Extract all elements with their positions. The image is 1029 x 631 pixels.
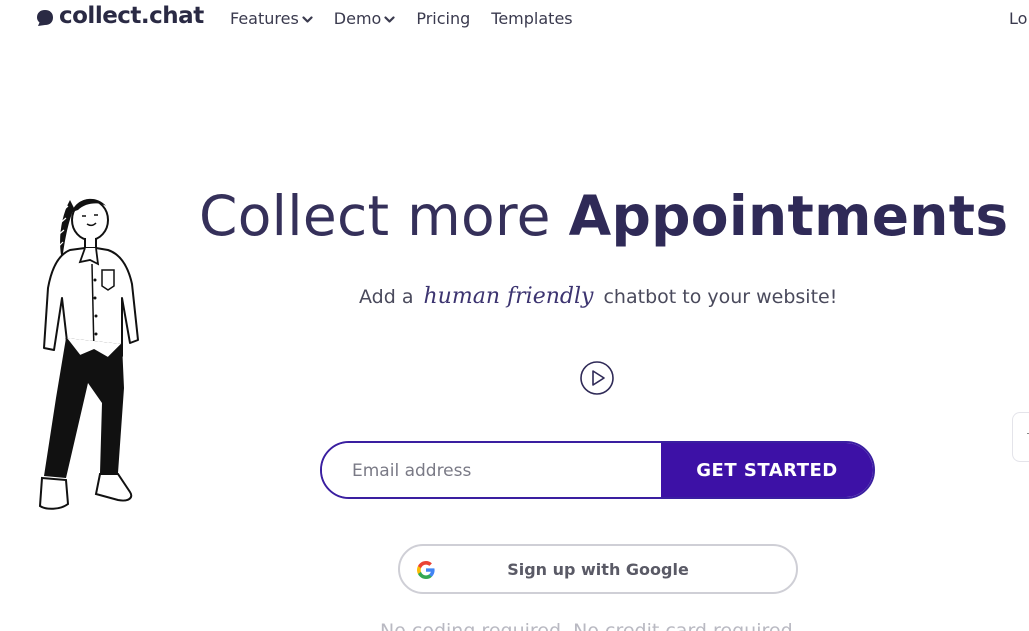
main-nav: Features Demo Pricing Templates xyxy=(230,9,594,28)
nav-item-label: Pricing xyxy=(416,9,471,28)
person-illustration xyxy=(38,198,139,510)
landing-page: collect.chat Features Demo Pricing Templ… xyxy=(0,0,1029,631)
nav-item-demo[interactable]: Demo xyxy=(334,9,396,28)
nav-item-pricing[interactable]: Pricing xyxy=(416,9,470,28)
hero-subtitle: Add a human friendly chatbot to your web… xyxy=(359,284,859,309)
nav-item-features[interactable]: Features xyxy=(230,9,313,28)
chat-bubble-icon xyxy=(37,10,53,26)
subtitle-script: human friendly xyxy=(423,284,594,309)
hero-title-light: Collect more xyxy=(199,184,569,248)
chevron-down-icon xyxy=(302,15,313,23)
top-navigation-bar: collect.chat Features Demo Pricing Templ… xyxy=(0,0,1029,40)
logo-text: collect.chat xyxy=(59,3,204,29)
signup-form: GET STARTED xyxy=(320,441,875,499)
hero-title-bold: Appointments xyxy=(568,184,1009,248)
get-started-button[interactable]: GET STARTED xyxy=(661,443,873,497)
play-icon[interactable] xyxy=(580,361,614,395)
chevron-down-icon xyxy=(384,15,395,23)
google-icon xyxy=(417,561,435,579)
google-signup-button[interactable]: Sign up with Google xyxy=(398,544,798,594)
nav-item-label: Features xyxy=(230,9,299,28)
subtitle-suffix: chatbot to your website! xyxy=(603,286,838,308)
nav-item-label: Demo xyxy=(333,9,382,28)
hero-title: Collect more Appointments xyxy=(199,182,1009,250)
subtitle-prefix: Add a xyxy=(359,286,414,308)
nav-item-label: Templates xyxy=(491,9,573,28)
footnote-text: No coding required. No credit card requi… xyxy=(380,620,793,631)
side-feedback-tab[interactable] xyxy=(1012,412,1029,462)
nav-item-templates[interactable]: Templates xyxy=(491,9,572,28)
logo[interactable]: collect.chat xyxy=(35,3,204,29)
google-signup-label: Sign up with Google xyxy=(507,559,689,579)
login-link[interactable]: Lo xyxy=(1009,9,1027,28)
email-input[interactable] xyxy=(322,443,661,497)
